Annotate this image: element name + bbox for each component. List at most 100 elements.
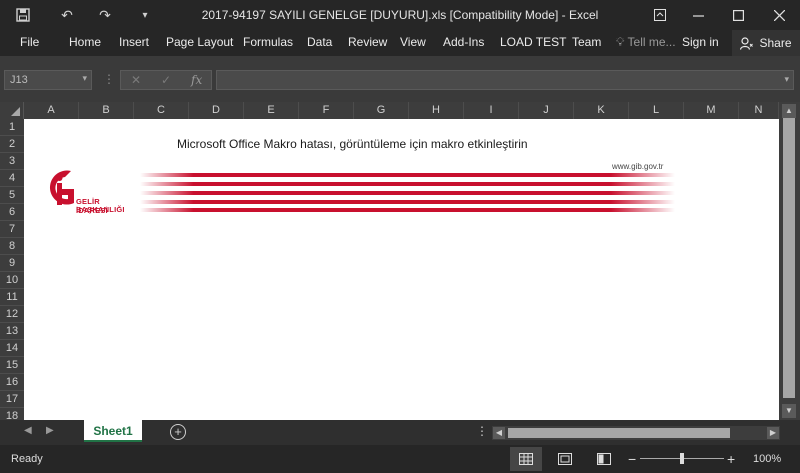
tab-review[interactable]: Review (348, 35, 387, 49)
horizontal-scroll-thumb[interactable] (508, 428, 730, 438)
vertical-scrollbar[interactable]: ▲ ▼ (779, 102, 800, 420)
banner-stripe (140, 208, 675, 212)
tell-me-label: Tell me... (627, 35, 676, 49)
column-header[interactable]: K (574, 102, 629, 119)
chevron-down-icon: ▾ (82, 73, 87, 83)
next-sheet-icon[interactable]: ▶ (46, 425, 54, 436)
banner-stripe (140, 200, 675, 204)
scroll-up-icon[interactable]: ▲ (782, 104, 796, 118)
column-header[interactable]: M (684, 102, 739, 119)
row-header[interactable]: 2 (0, 136, 24, 153)
tab-formulas[interactable]: Formulas (243, 35, 293, 49)
column-header[interactable]: I (464, 102, 519, 119)
formula-bar: J13 ▾ ⋮ ✕ ✓ fx ▾ (0, 56, 800, 102)
column-headers: A B C D E F G H I J K L M N (0, 102, 800, 119)
tell-me-search[interactable]: 💡︎ Tell me... (616, 35, 676, 50)
minimize-icon[interactable] (679, 0, 717, 30)
row-header[interactable]: 1 (0, 119, 24, 136)
sheet-tabs-bar: ◀ ▶ Sheet1 + ⋮ ◀ ▶ (0, 420, 800, 445)
close-icon[interactable] (760, 0, 798, 30)
enter-icon[interactable]: ✓ (161, 73, 171, 87)
horizontal-scrollbar[interactable]: ◀ ▶ (492, 426, 780, 440)
column-header[interactable]: N (739, 102, 779, 119)
formula-input[interactable]: ▾ (216, 70, 794, 90)
gib-logo: GELİR İDARESİ BAŞKANLIĞI (44, 167, 134, 215)
worksheet-grid[interactable]: Microsoft Office Makro hatası, görüntüle… (24, 119, 779, 420)
column-header[interactable]: J (519, 102, 574, 119)
row-header[interactable]: 5 (0, 187, 24, 204)
share-person-icon (740, 36, 754, 50)
column-header[interactable]: B (79, 102, 134, 119)
tab-splitter-icon[interactable]: ⋮ (476, 424, 488, 438)
tab-file[interactable]: File (20, 35, 39, 49)
share-button[interactable]: Share (732, 30, 800, 56)
column-header[interactable]: G (354, 102, 409, 119)
red-stripes-banner (140, 173, 675, 213)
customize-toolbar-icon[interactable]: ▾ (130, 0, 160, 30)
macro-warning-message: Microsoft Office Makro hatası, görüntüle… (177, 137, 528, 151)
page-break-view-icon[interactable] (588, 447, 620, 471)
column-header[interactable]: F (299, 102, 354, 119)
tab-page-layout[interactable]: Page Layout (166, 35, 233, 49)
scroll-left-icon[interactable]: ◀ (493, 427, 505, 439)
row-header[interactable]: 12 (0, 306, 24, 323)
add-sheet-icon[interactable]: + (170, 424, 186, 440)
column-header[interactable]: A (24, 102, 79, 119)
sign-in-link[interactable]: Sign in (682, 35, 719, 49)
website-label: www.gib.gov.tr (612, 162, 664, 171)
ribbon-display-icon[interactable] (641, 0, 679, 30)
maximize-icon[interactable] (719, 0, 757, 30)
formula-bar-grip-icon[interactable]: ⋮ (103, 72, 115, 86)
row-header[interactable]: 3 (0, 153, 24, 170)
column-header[interactable]: H (409, 102, 464, 119)
column-header[interactable]: E (244, 102, 299, 119)
tab-insert[interactable]: Insert (119, 35, 149, 49)
tab-data[interactable]: Data (307, 35, 332, 49)
select-all-corner[interactable] (0, 102, 24, 119)
tab-add-ins[interactable]: Add-Ins (443, 35, 484, 49)
zoom-slider-thumb[interactable] (680, 453, 684, 464)
row-header[interactable]: 8 (0, 238, 24, 255)
vertical-scroll-thumb[interactable] (783, 118, 795, 398)
row-header[interactable]: 15 (0, 357, 24, 374)
banner-stripe (140, 182, 675, 186)
cancel-icon[interactable]: ✕ (131, 73, 141, 87)
row-header[interactable]: 13 (0, 323, 24, 340)
column-header[interactable]: D (189, 102, 244, 119)
row-header[interactable]: 9 (0, 255, 24, 272)
row-header[interactable]: 10 (0, 272, 24, 289)
row-header[interactable]: 17 (0, 391, 24, 408)
row-header[interactable]: 14 (0, 340, 24, 357)
row-header[interactable]: 18 (0, 408, 24, 420)
tab-load-test[interactable]: LOAD TEST (500, 35, 566, 49)
logo-text-line2: BAŞKANLIĞI (76, 205, 125, 214)
name-box[interactable]: J13 ▾ (4, 70, 92, 90)
undo-icon[interactable]: ↶ (52, 0, 82, 30)
zoom-level[interactable]: 100% (753, 453, 781, 465)
share-label: Share (759, 36, 792, 50)
prev-sheet-icon[interactable]: ◀ (24, 425, 32, 436)
row-headers: 1 2 3 4 5 6 7 8 9 10 11 12 13 14 15 16 1… (0, 119, 24, 420)
tab-home[interactable]: Home (69, 35, 101, 49)
column-header[interactable]: L (629, 102, 684, 119)
column-header[interactable]: C (134, 102, 189, 119)
row-header[interactable]: 11 (0, 289, 24, 306)
expand-formula-icon[interactable]: ▾ (784, 74, 789, 85)
page-layout-view-icon[interactable] (549, 447, 581, 471)
row-header[interactable]: 6 (0, 204, 24, 221)
row-header[interactable]: 4 (0, 170, 24, 187)
tab-view[interactable]: View (400, 35, 426, 49)
insert-function-icon[interactable]: fx (191, 73, 202, 87)
scroll-right-icon[interactable]: ▶ (767, 427, 779, 439)
redo-icon[interactable]: ↷ (90, 0, 120, 30)
tab-team[interactable]: Team (572, 35, 601, 49)
sheet-tab-active[interactable]: Sheet1 (84, 420, 142, 442)
zoom-out-icon[interactable]: − (628, 451, 636, 467)
zoom-in-icon[interactable]: + (727, 451, 735, 467)
save-icon[interactable] (8, 0, 38, 30)
scroll-down-icon[interactable]: ▼ (782, 404, 796, 418)
row-header[interactable]: 16 (0, 374, 24, 391)
normal-view-icon[interactable] (510, 447, 542, 471)
row-header[interactable]: 7 (0, 221, 24, 238)
formula-buttons: ✕ ✓ fx (120, 70, 212, 90)
